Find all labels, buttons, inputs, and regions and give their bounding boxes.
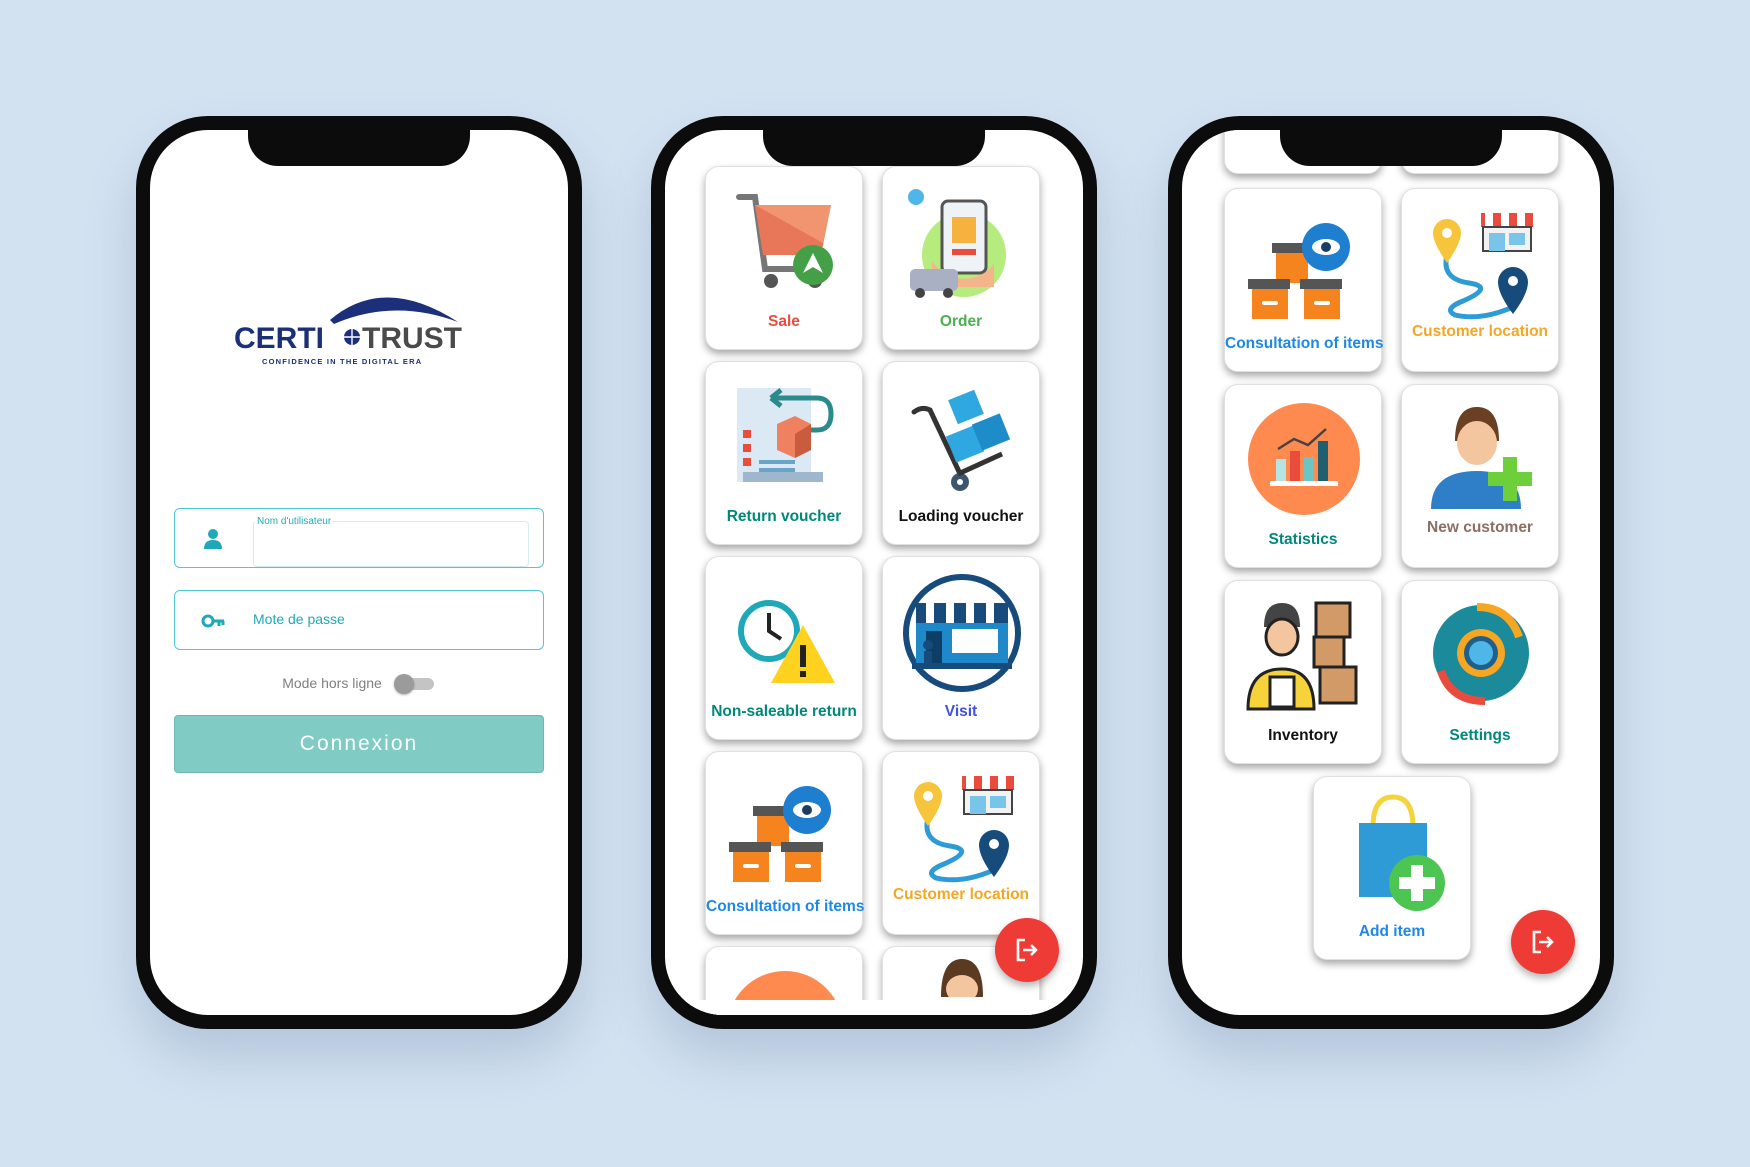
tile-label: Sale [768,313,800,330]
certitrust-logo: CERTI TRUST CONFIDENCE IN THE DIGITAL ER… [234,297,462,366]
tile-consultation-of-items[interactable]: Consultation of items [1224,188,1384,372]
tile-label: Statistics [1268,531,1338,548]
phone-login: CERTI TRUST CONFIDENCE IN THE DIGITAL ER… [136,116,582,1029]
add-user-icon [941,959,983,997]
logout-button[interactable] [1511,910,1575,974]
svg-text:CONFIDENCE IN THE DIGITAL ERA: CONFIDENCE IN THE DIGITAL ERA [262,357,422,366]
tile-sale[interactable]: Sale [705,166,863,350]
tile-label: Add item [1358,923,1426,940]
phone-notch [248,130,470,166]
tile-label: Loading voucher [898,508,1024,525]
mobile-order-icon [908,189,1006,298]
password-placeholder: Mote de passe [253,611,345,627]
username-label: Nom d'utilisateur [255,516,334,527]
tile-label: Order [939,313,983,330]
menu-screen-1: Sale Order Return voucher Loading vouche… [665,130,1083,1015]
tile-label: New customer [1427,519,1533,536]
phone-menu-top: Sale Order Return voucher Loading vouche… [651,116,1097,1029]
tile-loading-voucher[interactable]: Loading voucher [882,361,1040,545]
tile-non-saleable-return[interactable]: Non-saleable return [705,556,863,740]
hand-truck-icon [911,389,1011,491]
logout-icon [1016,938,1038,962]
tile-label: Consultation of items [1225,335,1384,352]
username-field[interactable]: Nom d'utilisateur [174,508,544,568]
user-icon [204,529,222,549]
tile-order[interactable]: Order [882,166,1040,350]
chart-icon [1248,403,1360,515]
phone-notch [1280,130,1502,166]
map-route-icon [1433,213,1533,320]
tile-statistics[interactable]: Statistics [1224,384,1382,568]
add-bag-icon [1359,794,1445,911]
tile-inventory[interactable]: Inventory [1224,580,1382,764]
warehouse-worker-icon [1246,601,1358,711]
tile-label: Consultation of items [706,898,865,915]
tile-label: Visit [944,703,978,720]
clock-warning-icon [738,600,835,683]
phone-menu-bottom: Consultation of items Customer location [1168,116,1614,1029]
tile-return-voucher[interactable]: Return voucher [705,361,863,545]
password-field[interactable]: Mote de passe [174,590,544,650]
storefront-visit-icon [903,574,1021,692]
settings-gear-icon [1433,603,1529,705]
boxes-eye-icon [1248,223,1350,319]
offline-mode-toggle[interactable] [393,674,436,694]
tile-label: Non-saleable return [711,703,857,720]
login-button[interactable]: Connexion [174,715,544,773]
screen-bottom-edge [665,1000,1083,1015]
return-document-icon [737,388,834,482]
key-icon [201,614,225,628]
offline-mode-row: Mode hors ligne [150,674,568,694]
phone-notch [763,130,985,166]
login-screen: CERTI TRUST CONFIDENCE IN THE DIGITAL ER… [150,130,568,1015]
tile-label: Return voucher [726,508,842,525]
tile-settings[interactable]: Settings [1401,580,1559,764]
tile-label: Settings [1449,727,1511,744]
tile-label: Customer location [1411,323,1549,340]
tile-add-item[interactable]: Add item [1313,776,1471,960]
tile-new-customer[interactable]: New customer [1401,384,1559,568]
tile-customer-location[interactable]: Customer location [882,751,1040,935]
offline-mode-label: Mode hors ligne [282,675,382,691]
map-route-icon [914,776,1014,883]
logout-icon [1532,930,1554,954]
logout-button[interactable] [995,918,1059,982]
username-input[interactable] [253,521,529,567]
tile-label: Inventory [1268,727,1338,744]
shopping-cart-icon [736,194,833,288]
svg-text:CERTI: CERTI [234,322,324,355]
svg-text:TRUST: TRUST [362,322,462,355]
boxes-eye-icon [729,786,831,882]
tile-label: Customer location [892,886,1030,903]
add-user-icon [1431,407,1532,509]
tile-customer-location[interactable]: Customer location [1401,188,1559,372]
menu-screen-2: Consultation of items Customer location [1182,130,1600,1015]
tile-visit[interactable]: Visit [882,556,1040,740]
tile-consultation-of-items[interactable]: Consultation of items [705,751,865,935]
